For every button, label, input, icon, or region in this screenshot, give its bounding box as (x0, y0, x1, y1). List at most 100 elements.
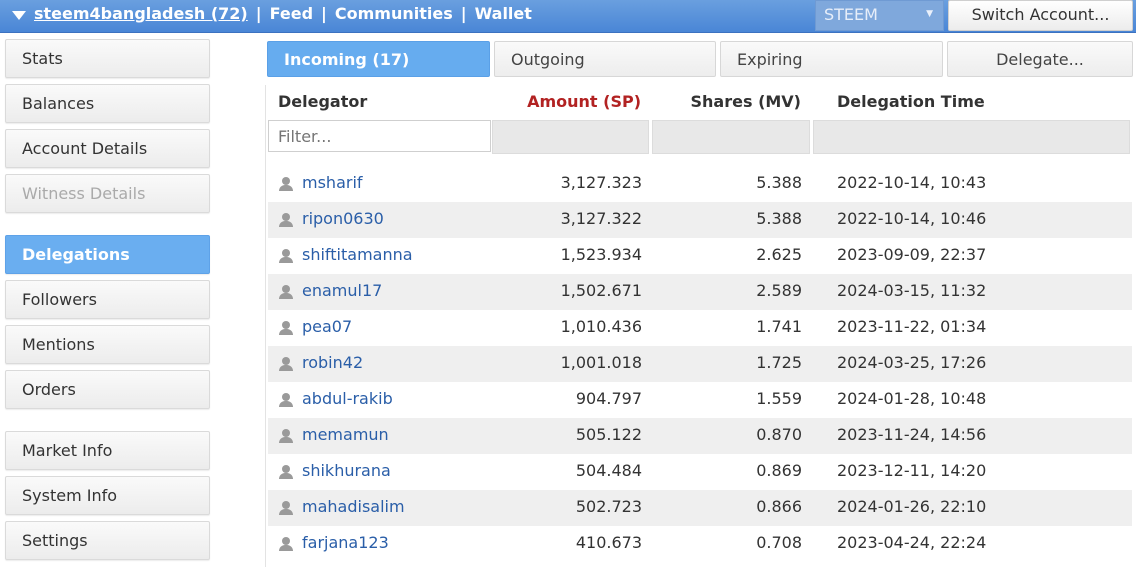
amount-cell: 1,001.018 (560, 353, 642, 372)
user-icon (279, 177, 293, 191)
user-icon-head (282, 249, 290, 257)
coin-select[interactable]: STEEM ▼ (815, 0, 944, 31)
user-icon (279, 213, 293, 227)
delegator-link[interactable]: msharif (302, 173, 363, 192)
delegation-time-cell: 2022-10-14, 10:43 (837, 173, 987, 192)
table-row: memamun 505.122 0.870 2023-11-24, 14:56 (268, 418, 1132, 454)
dropdown-triangle-icon[interactable] (12, 11, 26, 20)
top-nav-links: steem4bangladesh (72) | Feed | Communities | W… (34, 4, 532, 23)
delegator-link[interactable]: robin42 (302, 353, 363, 372)
chevron-down-icon: ▼ (926, 9, 933, 19)
delegator-link[interactable]: farjana123 (302, 533, 389, 552)
amount-cell: 504.484 (575, 461, 642, 480)
table-row: ripon0630 3,127.322 5.388 2022-10-14, 10:46 (268, 202, 1132, 238)
delegation-time-cell: 2024-03-15, 11:32 (837, 281, 987, 300)
nav-separator: | (460, 4, 467, 23)
delegation-time-cell: 2023-11-24, 14:56 (837, 425, 987, 444)
user-icon-body (279, 365, 293, 371)
user-icon (279, 429, 293, 443)
delegator-link[interactable]: ripon0630 (302, 209, 384, 228)
delegator-link[interactable]: enamul17 (302, 281, 382, 300)
delegation-time-cell: 2023-11-22, 01:34 (837, 317, 987, 336)
filter-cell (492, 120, 649, 154)
delegator-link[interactable]: shiftitamanna (302, 245, 413, 264)
feed-link[interactable]: Feed (270, 4, 313, 23)
sidebar-item-settings[interactable]: Settings (5, 521, 210, 560)
user-icon (279, 537, 293, 551)
account-link[interactable]: steem4bangladesh (72) (34, 4, 248, 23)
user-icon-body (279, 221, 293, 227)
sidebar-item-stats[interactable]: Stats (5, 39, 210, 78)
delegation-time-cell: 2024-01-26, 22:10 (837, 497, 987, 516)
delegator-filter-input[interactable] (268, 120, 491, 152)
table-row: pea07 1,010.436 1.741 2023-11-22, 01:34 (268, 310, 1132, 346)
table-row: shikhurana 504.484 0.869 2023-12-11, 14:20 (268, 454, 1132, 490)
column-header-delegator[interactable]: Delegator (278, 85, 367, 117)
delegator-link[interactable]: abdul-rakib (302, 389, 393, 408)
sidebar-item-delegations[interactable]: Delegations (5, 235, 210, 274)
delegation-time-cell: 2023-12-11, 14:20 (837, 461, 987, 480)
delegator-link[interactable]: shikhurana (302, 461, 391, 480)
table-row: farjana123 410.673 0.708 2023-04-24, 22:24 (268, 526, 1132, 562)
coin-select-value: STEEM (824, 5, 878, 24)
top-navigation-bar: steem4bangladesh (72) | Feed | Communities | W… (0, 0, 1136, 33)
user-icon-body (279, 329, 293, 335)
user-icon-head (282, 213, 290, 221)
filter-cell (813, 120, 1130, 154)
table-row: shiftitamanna 1,523.934 2.625 2023-09-09, 2… (268, 238, 1132, 274)
wallet-link[interactable]: Wallet (475, 4, 532, 23)
shares-cell: 1.559 (756, 389, 802, 408)
user-icon-body (279, 401, 293, 407)
shares-cell: 2.625 (756, 245, 802, 264)
delegator-link[interactable]: mahadisalim (302, 497, 405, 516)
user-icon-head (282, 465, 290, 473)
user-icon-head (282, 537, 290, 545)
amount-cell: 3,127.323 (560, 173, 642, 192)
sidebar-item-market-info[interactable]: Market Info (5, 431, 210, 470)
user-icon (279, 357, 293, 371)
column-header-shares[interactable]: Shares (MV) (691, 85, 801, 117)
column-header-amount[interactable]: Amount (SP) (527, 85, 641, 117)
amount-cell: 505.122 (575, 425, 642, 444)
user-icon (279, 501, 293, 515)
user-icon-head (282, 501, 290, 509)
user-icon (279, 321, 293, 335)
shares-cell: 0.870 (756, 425, 802, 444)
sidebar-item-system-info[interactable]: System Info (5, 476, 210, 515)
sidebar-item-mentions[interactable]: Mentions (5, 325, 210, 364)
column-header-delegation-time[interactable]: Delegation Time (837, 85, 985, 117)
sidebar-item-orders[interactable]: Orders (5, 370, 210, 409)
user-icon (279, 465, 293, 479)
user-icon-head (282, 393, 290, 401)
delegations-table: Delegator Amount (SP) Shares (MV) Delega… (265, 85, 1132, 567)
user-icon-body (279, 545, 293, 551)
delegator-link[interactable]: pea07 (302, 317, 352, 336)
delegate-button[interactable]: Delegate... (947, 41, 1133, 77)
shares-cell: 2.589 (756, 281, 802, 300)
nav-separator: | (321, 4, 327, 23)
amount-cell: 1,523.934 (560, 245, 642, 264)
user-icon-head (282, 357, 290, 365)
amount-cell: 3,127.322 (560, 209, 642, 228)
filter-cell (652, 120, 810, 154)
tab-incoming[interactable]: Incoming (17) (267, 41, 490, 77)
tab-outgoing[interactable]: Outgoing (494, 41, 716, 77)
shares-cell: 0.866 (756, 497, 802, 516)
delegator-link[interactable]: memamun (302, 425, 389, 444)
table-row: enamul17 1,502.671 2.589 2024-03-15, 11:32 (268, 274, 1132, 310)
tab-expiring[interactable]: Expiring (720, 41, 943, 77)
shares-cell: 1.741 (756, 317, 802, 336)
shares-cell: 5.388 (756, 209, 802, 228)
amount-cell: 502.723 (575, 497, 642, 516)
sidebar-item-balances[interactable]: Balances (5, 84, 210, 123)
sidebar-item-account-details[interactable]: Account Details (5, 129, 210, 168)
table-row: abdul-rakib 904.797 1.559 2024-01-28, 10:48 (268, 382, 1132, 418)
sidebar-item-followers[interactable]: Followers (5, 280, 210, 319)
user-icon-body (279, 473, 293, 479)
communities-link[interactable]: Communities (335, 4, 453, 23)
user-icon-head (282, 285, 290, 293)
switch-account-button[interactable]: Switch Account... (948, 0, 1133, 31)
table-row: msharif 3,127.323 5.388 2022-10-14, 10:43 (268, 166, 1132, 202)
amount-cell: 410.673 (575, 533, 642, 552)
user-icon (279, 393, 293, 407)
